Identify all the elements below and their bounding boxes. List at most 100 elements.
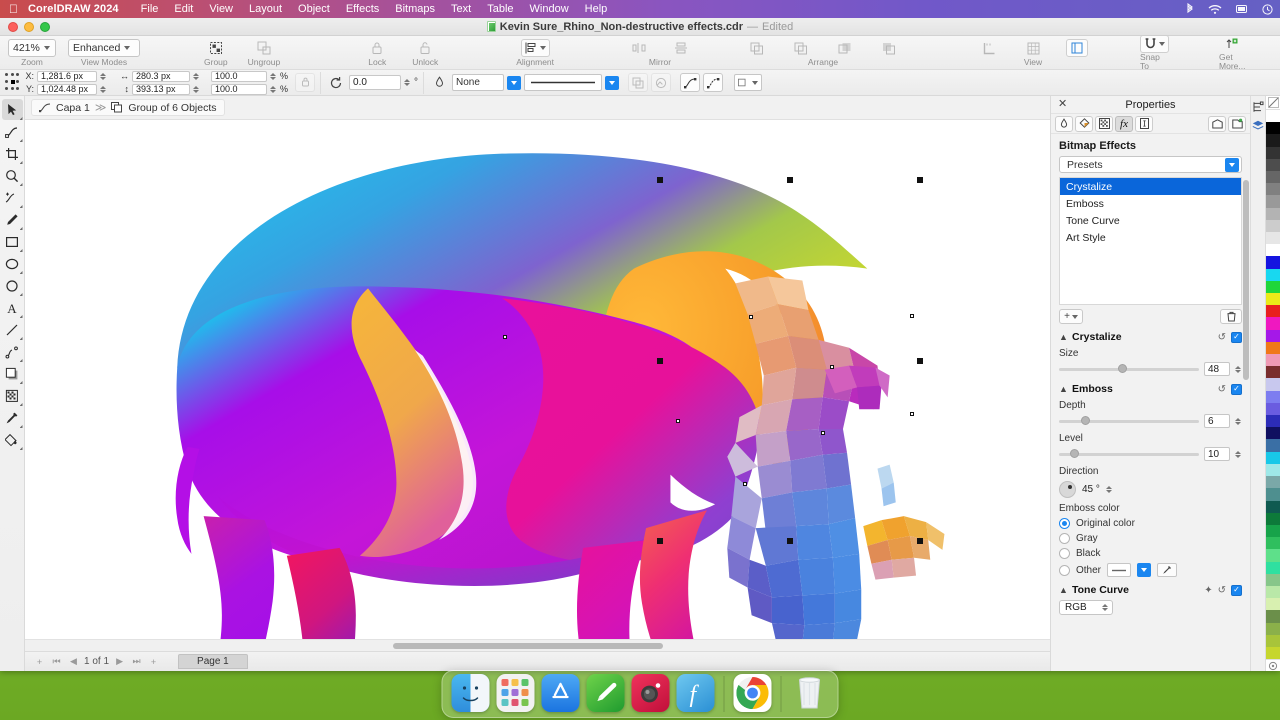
palette-swatch[interactable] [1266,207,1280,220]
effect-clip-button[interactable] [1208,115,1226,132]
crystalize-size-spinner[interactable] [1235,365,1242,373]
radio-black[interactable] [1059,548,1070,559]
maximize-window-button[interactable] [40,21,50,32]
scale-height-spinner[interactable] [270,85,277,93]
selection-handle-w[interactable] [657,358,663,364]
emboss-depth-value[interactable]: 6 [1204,414,1230,428]
connector-tool[interactable] [2,341,23,362]
emboss-effect-header[interactable]: ▲ Emboss ↺ ✓ [1059,383,1242,395]
crop-tool[interactable] [2,143,23,164]
docker-scrollbar-thumb[interactable] [1243,180,1249,380]
arrange-to-front-button[interactable] [746,39,768,57]
horizontal-scrollbar[interactable] [25,639,1050,651]
alignment-button[interactable] [520,39,550,57]
other-color-swatch[interactable] [1107,563,1132,577]
palette-swatch[interactable] [1266,488,1280,501]
arrange-forward-button[interactable] [834,39,856,57]
palette-swatch[interactable] [1266,537,1280,550]
finder-app[interactable] [451,674,490,712]
palette-swatch[interactable] [1266,305,1280,318]
chevron-up-icon[interactable]: ▲ [1059,384,1068,394]
grid-button[interactable] [1022,39,1044,57]
arrange-to-back-button[interactable] [790,39,812,57]
palette-swatch[interactable] [1266,110,1280,123]
trash[interactable] [791,674,829,712]
tone-curve-channel-spinner[interactable] [1102,604,1109,611]
height-spinner[interactable] [193,85,200,93]
direction-dial[interactable] [1059,481,1076,498]
preset-item-tone-curve[interactable]: Tone Curve [1060,212,1241,229]
horizontal-scroll-thumb[interactable] [393,643,663,649]
palette-swatch[interactable] [1266,402,1280,416]
selection-handle-se[interactable] [917,538,923,544]
zoom-tool[interactable] [2,165,23,186]
outline-tab[interactable] [1055,115,1073,132]
palette-swatch[interactable] [1266,549,1280,562]
palette-swatch[interactable] [1266,354,1280,367]
previous-page-button[interactable]: ◀ [67,655,80,668]
scale-width-input[interactable]: 100.0 [211,70,267,82]
outline-width-select[interactable]: None [452,74,505,91]
palette-swatch[interactable] [1266,219,1280,233]
coreldraw-app[interactable] [586,674,625,712]
crystalize-enable-checkbox[interactable]: ✓ [1231,331,1242,343]
palette-swatch[interactable] [1266,268,1280,281]
get-more-button[interactable] [1221,35,1243,53]
tone-curve-channel-select[interactable]: RGB [1059,600,1113,615]
rotate-icon[interactable] [326,73,346,92]
palette-swatch[interactable] [1266,524,1280,538]
drop-shadow-tool[interactable] [2,363,23,384]
emboss-color-black-row[interactable]: Black [1059,548,1242,559]
palette-swatch[interactable] [1266,598,1280,611]
close-window-button[interactable] [8,21,18,32]
app-store-app[interactable] [541,674,580,712]
palette-swatch[interactable] [1266,366,1280,379]
transparency-tab[interactable] [1095,115,1113,132]
selection-handle-s[interactable] [787,538,793,544]
rulers-button[interactable] [978,39,1000,57]
launchpad-app[interactable] [496,674,535,712]
emboss-color-original-row[interactable]: Original color [1059,518,1242,529]
menu-item-layout[interactable]: Layout [241,3,290,15]
menu-item-effects[interactable]: Effects [338,3,387,15]
tone-curve-enable-checkbox[interactable]: ✓ [1231,584,1242,596]
crystalize-reset-icon[interactable]: ↺ [1218,332,1226,343]
emboss-level-slider[interactable] [1059,449,1199,458]
palette-swatch[interactable] [1266,512,1280,525]
effects-tab[interactable]: fx [1115,115,1133,132]
breadcrumb-layer[interactable]: Capa 1 [56,102,90,114]
wifi-icon[interactable] [1201,4,1229,15]
palette-swatch[interactable] [1266,256,1280,269]
palette-swatch[interactable] [1266,146,1280,159]
outline-style-dropdown[interactable] [605,75,620,90]
curve-node[interactable] [910,412,914,416]
menu-item-text[interactable]: Text [443,3,479,15]
palette-swatch[interactable] [1266,390,1280,403]
group-button[interactable] [205,39,227,57]
ungroup-button[interactable] [253,39,275,57]
last-page-button[interactable]: ⏭ [130,655,143,668]
emboss-direction-value[interactable]: 45 ° [1082,484,1100,495]
palette-swatch[interactable] [1266,634,1280,647]
emboss-enable-checkbox[interactable]: ✓ [1231,383,1242,395]
preset-item-emboss[interactable]: Emboss [1060,195,1241,212]
battery-icon[interactable] [1229,4,1255,14]
photo-paint-app[interactable] [631,674,670,712]
width-spinner[interactable] [193,72,200,80]
curve-node[interactable] [821,431,825,435]
ellipse-tool[interactable] [2,253,23,274]
palette-swatch[interactable] [1266,244,1280,257]
height-input[interactable]: 393.13 px [132,83,190,95]
transparency-tool[interactable] [2,385,23,406]
outline-pen-icon[interactable] [429,73,449,92]
palette-swatch[interactable] [1266,622,1280,635]
text-tool[interactable]: A [2,297,23,318]
curve-node[interactable] [503,335,507,339]
palette-swatch[interactable] [1266,561,1280,574]
palette-swatch[interactable] [1266,195,1280,208]
chevron-up-icon[interactable]: ▲ [1059,585,1068,595]
arrange-backward-button[interactable] [878,39,900,57]
scale-height-input[interactable]: 100.0 [211,83,267,95]
object-origin-selector[interactable] [4,72,22,94]
menu-item-window[interactable]: Window [522,3,577,15]
